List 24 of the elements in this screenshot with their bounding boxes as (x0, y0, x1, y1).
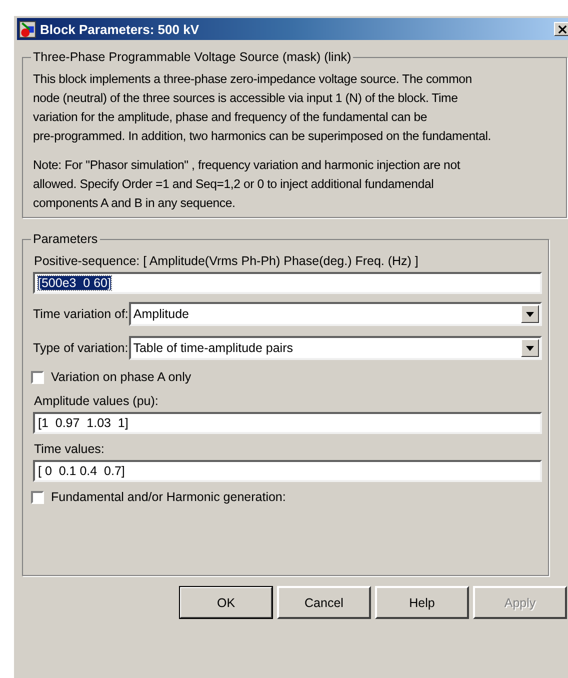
checkbox-label: Fundamental and/or Harmonic generation: (51, 490, 286, 504)
block-icon (19, 20, 36, 38)
group-title: Three-Phase Programmable Voltage Source (mask) (link) (32, 50, 352, 64)
field-label: Amplitude values (pu): (33, 394, 160, 408)
dropdown[interactable]: Table of time-amplitude pairs (129, 336, 542, 360)
group-title: Parameters (32, 232, 99, 246)
field-label: Type of variation: (33, 341, 128, 355)
checkbox[interactable] (31, 370, 44, 384)
description-text: Note: For "Phasor simulation" , frequency variation and harmonic injection are not allowed. Specify Order =1 and Seq=1,2 or 0 to inject additional fundamendal components A and B in any sequence. (33, 157, 462, 212)
checkbox[interactable] (31, 490, 44, 504)
dialog-button[interactable]: Help (375, 586, 469, 619)
window-title: Block Parameters: 500 kV (40, 22, 200, 36)
dropdown[interactable]: Amplitude (129, 302, 542, 326)
input-field[interactable]: [1 0.97 1.03 1] (33, 412, 542, 434)
close-button[interactable] (554, 22, 568, 36)
checkbox-label: Variation on phase A only (51, 370, 192, 384)
dialog-button[interactable]: Cancel (277, 586, 371, 619)
dialog-button[interactable]: OK (179, 586, 273, 619)
field-label: Positive-sequence: [ Amplitude(Vrms Ph-Ph) Phase(deg.) Freq. (Hz) ] (33, 254, 420, 268)
input-field[interactable]: [500e3 0 60] (33, 272, 542, 294)
description-text: This block implements a three-phase zero-impedance voltage source. The common node (neutral) of the three sources is accessible via input 1 (N) of the block. Time variation for the amplitude, phase and frequency of the fundamental can be pre-programmed. In addition, two harmonics can be superimposed on the fundamental. (33, 71, 492, 145)
field-label: Time variation of: (33, 307, 128, 321)
field-label: Time values: (33, 442, 106, 456)
input-field[interactable]: [ 0 0.1 0.4 0.7] (33, 460, 542, 482)
